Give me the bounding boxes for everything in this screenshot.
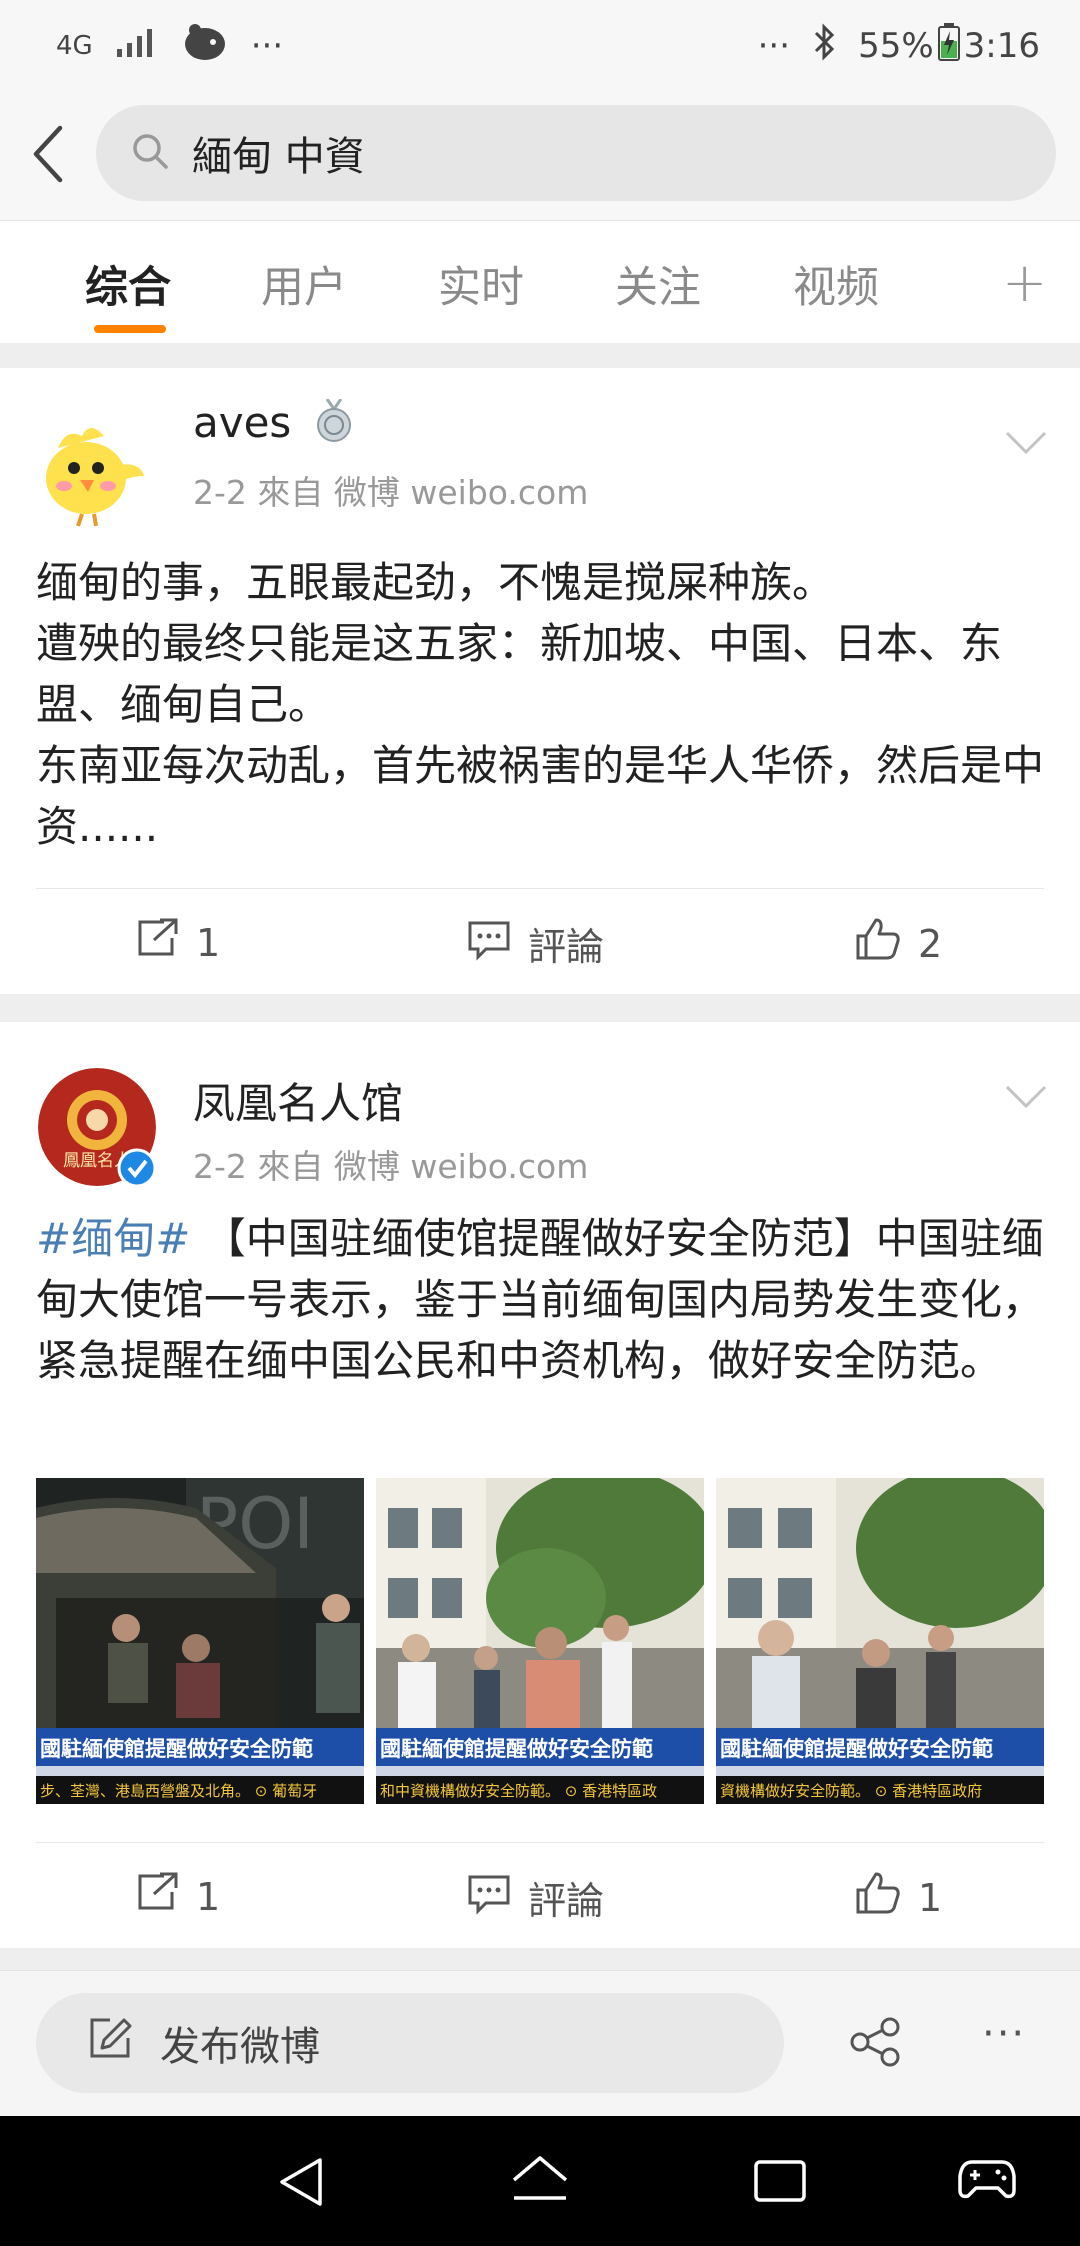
author-name[interactable]: 凤凰名人馆 [193,1070,403,1131]
chevron-down-icon[interactable] [1004,1084,1048,1114]
share-icon [848,2017,902,2071]
repost-icon [134,1870,180,1923]
image-headline: 國駐緬使館提醒做好安全防範 [720,1737,993,1761]
post-text: 缅甸的事，五眼最起劲，不愧是搅屎种族。 遭殃的最终只能是这五家：新加坡、中国、日… [36,558,1045,851]
post-text: #缅甸# 【中国驻缅使馆提醒做好安全防范】中国驻缅甸大使馆一号表示，鉴于当前缅甸… [36,1214,1045,1385]
back-button[interactable] [0,92,96,220]
post-image[interactable]: 國駐緬使館提醒做好安全防範 和中資機構做好安全防範。 ⊙ 香港特區政 [376,1478,704,1804]
like-button[interactable]: 2 [854,916,942,971]
divider [36,888,1044,889]
like-count: 2 [918,921,943,966]
image-ticker: 資機構做好安全防範。 ⊙ 香港特區政府 [720,1782,982,1800]
search-tabs: 综合 用户 实时 关注 视频 + [0,220,1080,343]
repost-count: 1 [196,920,221,965]
comment-button[interactable]: 評論 [466,1870,604,1925]
more-options-button[interactable]: ··· [982,2011,1026,2057]
search-query: 緬甸 中資 [192,134,365,180]
tab-following[interactable]: 关注 [615,253,701,315]
more-notifications-icon: ··· [250,26,284,66]
nav-recents-button[interactable] [752,2156,808,2210]
system-navigation-bar [0,2116,1080,2246]
tab-users[interactable]: 用户 [261,253,347,315]
bluetooth-icon [812,22,836,70]
tab-realtime[interactable]: 实时 [438,253,524,315]
post-card[interactable]: aves 2-2 來自 微博 weibo.com 缅甸的事，五眼最起劲，不愧是搅… [0,368,1080,994]
repost-icon [134,916,180,969]
image-headline: 國駐緬使館提醒做好安全防範 [40,1737,313,1761]
status-dots-icon: ··· [757,26,791,66]
image-grid: POI 國駐緬使館提醒做好安全防範 步、荃灣、港島西營盤及北角。 ⊙ 葡萄牙 國… [36,1478,1046,1804]
post-image[interactable]: POI 國駐緬使館提醒做好安全防範 步、荃灣、港島西營盤及北角。 ⊙ 葡萄牙 [36,1478,364,1804]
nav-back-button[interactable] [274,2154,330,2214]
chevron-down-icon[interactable] [1004,430,1048,460]
verified-badge-icon [117,1148,157,1192]
home-icon [508,2156,572,2216]
share-button[interactable] [848,2017,902,2071]
app-notification-icon [181,22,229,71]
like-button[interactable]: 1 [854,1870,942,1925]
compose-button[interactable]: 发布微博 [36,1993,784,2093]
thumbs-up-icon [854,1870,902,1925]
comment-label: 評論 [528,1879,605,1923]
clock: 3:16 [963,26,1040,66]
gamepad-icon [958,2160,1016,2206]
image-headline: 國駐緬使館提醒做好安全防範 [380,1737,653,1761]
active-tab-indicator [94,325,166,333]
post-card[interactable]: 鳳凰名人 凤凰名人馆 2-2 來自 微博 weibo.com #缅甸# 【中国驻… [0,1022,1080,1948]
signal-icon [115,26,159,66]
search-icon [130,131,170,175]
edit-icon [88,2016,132,2070]
battery-icon [937,22,960,70]
compose-label: 发布微博 [160,2024,320,2070]
back-arrow-icon [30,124,66,188]
triangle-back-icon [274,2158,330,2214]
repost-button[interactable]: 1 [134,916,220,969]
post-image[interactable]: 國駐緬使館提醒做好安全防範 資機構做好安全防範。 ⊙ 香港特區政府 [716,1478,1044,1804]
status-bar: 4G ··· ··· 55% 3:16 [0,0,1080,92]
comment-button[interactable]: 評論 [466,916,604,971]
author-name[interactable]: aves [193,397,353,453]
nav-home-button[interactable] [508,2152,572,2216]
like-count: 1 [918,1875,943,1920]
nav-game-button[interactable] [958,2156,1016,2206]
tab-comprehensive[interactable]: 综合 [85,253,171,315]
network-label: 4G [56,31,93,61]
post-meta: 2-2 來自 微博 weibo.com [193,473,589,512]
image-ticker: 步、荃灣、港島西營盤及北角。 ⊙ 葡萄牙 [40,1782,317,1800]
recents-icon [752,2160,808,2210]
repost-count: 1 [196,1874,221,1919]
divider [36,1842,1044,1843]
member-badge-icon [315,397,353,453]
repost-button[interactable]: 1 [134,1870,220,1923]
bottom-toolbar: 发布微博 ··· [0,1970,1080,2117]
thumbs-up-icon [854,916,902,971]
comment-icon [466,917,512,970]
comment-icon [466,1871,512,1924]
image-ticker: 和中資機構做好安全防範。 ⊙ 香港特區政 [380,1782,657,1800]
add-tab-button[interactable]: + [1002,251,1047,314]
post-meta: 2-2 來自 微博 weibo.com [193,1147,589,1186]
comment-label: 評論 [528,925,605,969]
search-header: 緬甸 中資 [0,92,1080,220]
battery-percent: 55% [858,26,934,66]
search-input[interactable]: 緬甸 中資 [96,105,1056,201]
avatar[interactable] [38,414,156,532]
tab-videos[interactable]: 视频 [793,253,879,315]
topic-link[interactable]: #缅甸# [36,1214,190,1263]
